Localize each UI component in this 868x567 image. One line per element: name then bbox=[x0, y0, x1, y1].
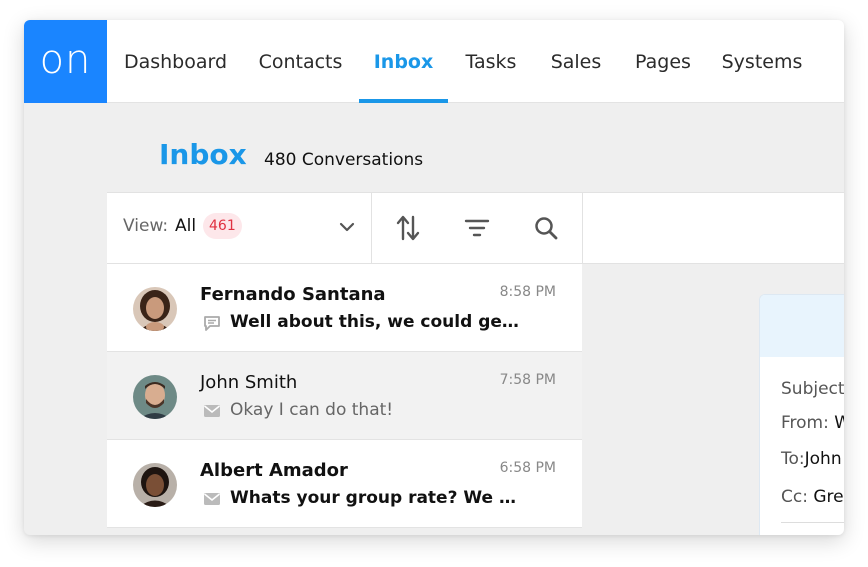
from-value[interactable]: W bbox=[834, 413, 844, 433]
mail-icon bbox=[204, 405, 220, 417]
view-value: All bbox=[175, 216, 197, 236]
nav-item-contacts[interactable]: Contacts bbox=[255, 20, 346, 103]
logo[interactable]: on bbox=[24, 20, 107, 103]
cc-value[interactable]: Gre bbox=[813, 487, 843, 507]
message-time: 6:58 PM bbox=[499, 460, 556, 476]
to-label: To: bbox=[781, 449, 805, 469]
from-label: From: bbox=[781, 413, 829, 433]
detail-to: To:John bbox=[781, 449, 842, 469]
nav-item-systems[interactable]: Systems bbox=[718, 20, 806, 103]
search-button[interactable] bbox=[511, 193, 581, 263]
app-window: on Dashboard Contacts Inbox Tasks Sales … bbox=[24, 20, 844, 535]
cc-label: Cc: bbox=[781, 487, 808, 507]
sort-button[interactable] bbox=[373, 193, 443, 263]
message-preview: Well about this, we could get ... bbox=[230, 312, 520, 332]
page-title: Inbox bbox=[159, 138, 247, 171]
message-detail-pane: Subject From: W To:John Cc: Gre bbox=[759, 294, 844, 535]
filter-icon bbox=[464, 219, 490, 237]
inbox-toolbar: View: All 461 bbox=[107, 192, 844, 264]
conversation-row[interactable]: John Smith 7:58 PM Okay I can do that! bbox=[107, 352, 582, 440]
view-label: View: bbox=[123, 216, 169, 236]
avatar bbox=[133, 463, 177, 507]
view-selector[interactable]: View: All 461 bbox=[107, 193, 372, 263]
sort-icon bbox=[396, 215, 420, 241]
nav-item-dashboard[interactable]: Dashboard bbox=[124, 20, 227, 103]
message-preview: Okay I can do that! bbox=[230, 400, 394, 420]
divider bbox=[781, 522, 844, 523]
message-time: 8:58 PM bbox=[499, 284, 556, 300]
detail-cc: Cc: Gre bbox=[781, 487, 844, 507]
contact-name: Albert Amador bbox=[200, 460, 348, 481]
nav-item-inbox[interactable]: Inbox bbox=[359, 20, 448, 103]
detail-subject: Subject bbox=[781, 379, 844, 399]
search-icon bbox=[535, 217, 558, 240]
chat-icon bbox=[204, 316, 220, 331]
avatar bbox=[133, 287, 177, 331]
detail-header bbox=[760, 295, 844, 357]
top-nav-bar: on Dashboard Contacts Inbox Tasks Sales … bbox=[24, 20, 844, 103]
nav-item-tasks[interactable]: Tasks bbox=[461, 20, 521, 103]
unread-count-badge: 461 bbox=[203, 213, 242, 239]
avatar bbox=[133, 375, 177, 419]
to-value[interactable]: John bbox=[805, 449, 842, 469]
conversation-list: Fernando Santana 8:58 PM Well about this… bbox=[107, 264, 582, 535]
conversation-row[interactable]: Fernando Santana 8:58 PM Well about this… bbox=[107, 264, 582, 352]
subject-label: Subject bbox=[781, 379, 844, 399]
contact-name: John Smith bbox=[200, 372, 298, 393]
chevron-down-icon[interactable] bbox=[337, 217, 357, 237]
logo-text: on bbox=[39, 36, 92, 83]
mail-icon bbox=[204, 493, 220, 505]
toolbar-divider bbox=[582, 193, 583, 263]
filter-button[interactable] bbox=[442, 193, 512, 263]
conversation-count: 480 Conversations bbox=[264, 150, 424, 170]
conversation-row[interactable]: Albert Amador 6:58 PM Whats your group r… bbox=[107, 440, 582, 528]
contact-name: Fernando Santana bbox=[200, 284, 386, 305]
message-preview: Whats your group rate? We a ... bbox=[230, 488, 520, 508]
nav-item-pages[interactable]: Pages bbox=[631, 20, 695, 103]
message-time: 7:58 PM bbox=[499, 372, 556, 388]
detail-from: From: W bbox=[781, 413, 844, 433]
nav-item-sales[interactable]: Sales bbox=[547, 20, 605, 103]
